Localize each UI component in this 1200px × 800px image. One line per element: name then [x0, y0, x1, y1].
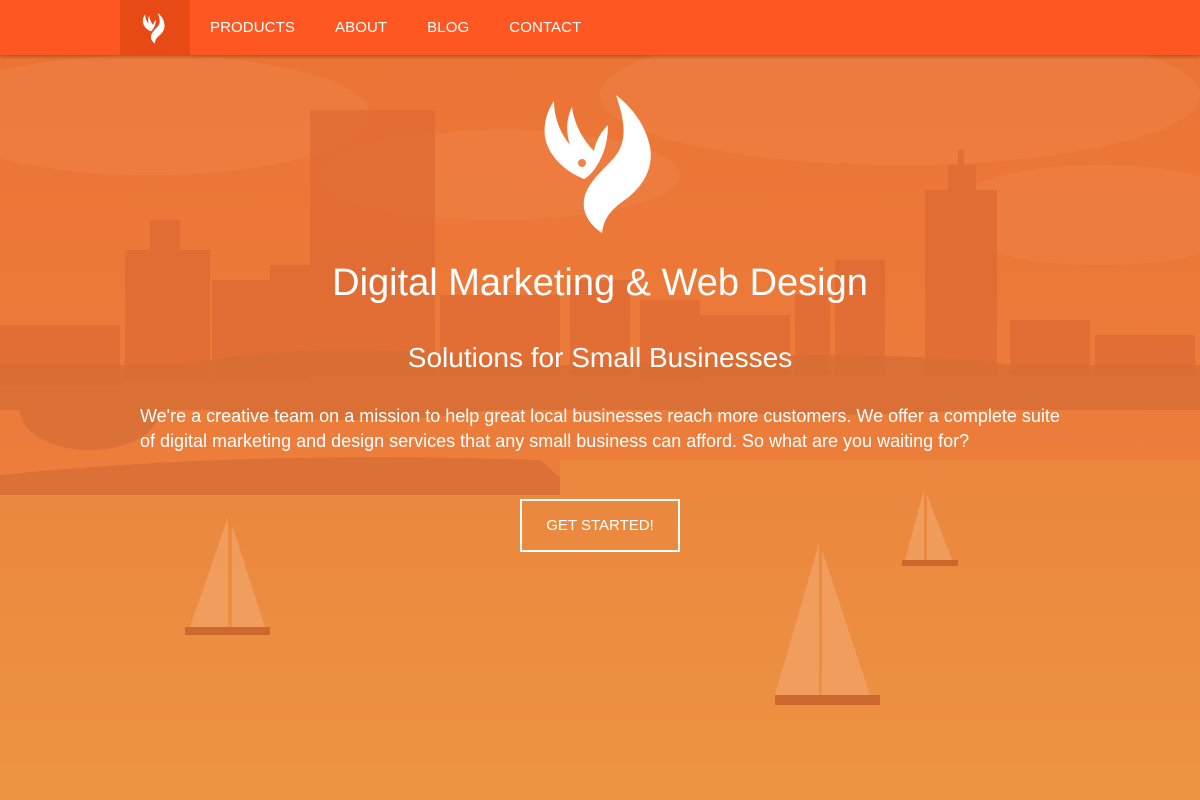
hero-section: Digital Marketing & Web Design Solutions…	[0, 0, 1200, 800]
top-navbar: PRODUCTS ABOUT BLOG CONTACT	[0, 0, 1200, 55]
hero-title: Digital Marketing & Web Design	[332, 262, 868, 304]
nav-item-contact[interactable]: CONTACT	[489, 0, 601, 55]
nav-item-about[interactable]: ABOUT	[315, 0, 407, 55]
phoenix-icon	[142, 12, 165, 43]
nav-item-blog[interactable]: BLOG	[407, 0, 489, 55]
hero-subtitle: Solutions for Small Businesses	[407, 342, 793, 373]
hero-logo	[542, 93, 658, 235]
get-started-button[interactable]: GET STARTED!	[520, 499, 680, 552]
hero-description: We're a creative team on a mission to he…	[140, 406, 1060, 451]
nav-links: PRODUCTS ABOUT BLOG CONTACT	[190, 0, 601, 55]
nav-item-products[interactable]: PRODUCTS	[190, 0, 315, 55]
nav-logo-link[interactable]	[120, 0, 190, 55]
phoenix-icon	[544, 95, 651, 233]
